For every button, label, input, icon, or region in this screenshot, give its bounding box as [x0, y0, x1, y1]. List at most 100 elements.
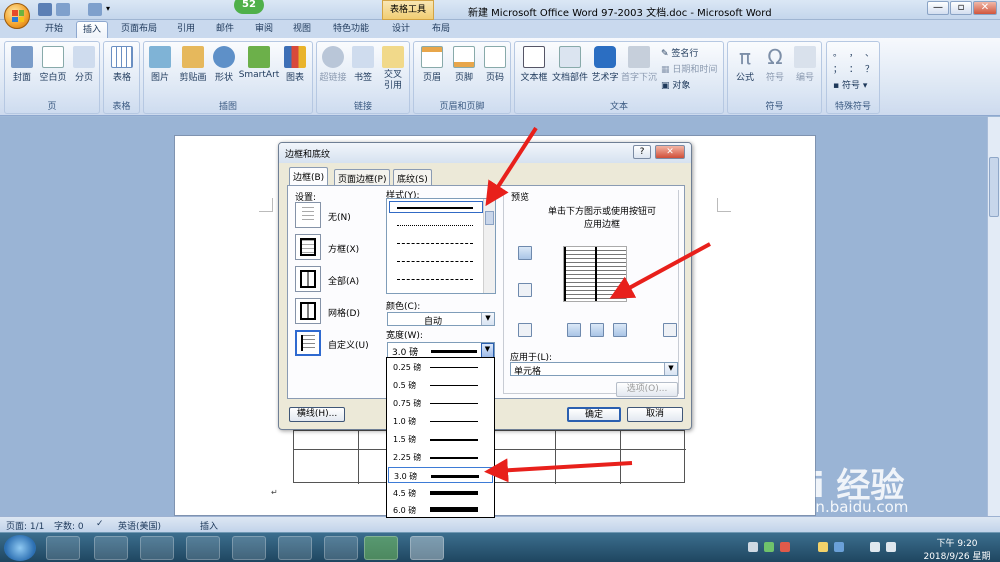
file-explorer-icon[interactable]: [46, 536, 80, 560]
clipart-button[interactable]: 剪贴画: [176, 44, 210, 83]
style-scrollbar[interactable]: [483, 199, 495, 293]
symbol-semicolon[interactable]: ；: [833, 62, 842, 75]
table-button[interactable]: 表格: [106, 44, 138, 83]
tab-insert[interactable]: 插入: [76, 21, 108, 38]
style-solid[interactable]: [397, 207, 473, 209]
hyperlink-button[interactable]: 超链接: [317, 44, 349, 83]
picture-button[interactable]: 图片: [146, 44, 174, 83]
close-button[interactable]: ✕: [973, 1, 997, 15]
setting-box-icon[interactable]: [295, 234, 321, 260]
office-button[interactable]: [4, 3, 30, 29]
horizontal-line-button[interactable]: 横线(H)...: [289, 407, 345, 422]
smartart-button[interactable]: SmartArt: [238, 44, 280, 80]
footer-button[interactable]: 页脚: [448, 44, 480, 83]
width-option[interactable]: 6.0 磅: [388, 502, 493, 518]
ok-button[interactable]: 确定: [567, 407, 621, 422]
page-count[interactable]: 页面: 1/1: [6, 519, 44, 532]
options-button[interactable]: 选项(O)...: [616, 382, 678, 397]
width-option[interactable]: 0.5 磅: [388, 377, 493, 393]
setting-none-label[interactable]: 无(N): [328, 210, 351, 223]
width-option[interactable]: 1.5 磅: [388, 431, 493, 447]
scroll-thumb[interactable]: [989, 157, 999, 217]
dialog-close-button[interactable]: ✕: [655, 145, 685, 159]
cancel-button[interactable]: 取消: [627, 407, 683, 422]
redo-icon[interactable]: [88, 3, 102, 16]
left-border-icon[interactable]: [567, 323, 581, 337]
undo-icon[interactable]: [56, 3, 70, 16]
help-button[interactable]: ?: [633, 145, 651, 159]
tab-borders[interactable]: 边框(B): [289, 167, 329, 185]
chevron-down-icon[interactable]: ▼: [664, 363, 677, 375]
top-border-icon[interactable]: [518, 246, 532, 260]
quick-parts-button[interactable]: 文档部件: [551, 44, 589, 83]
preview-diagram[interactable]: [563, 246, 627, 302]
date-time-button[interactable]: ▦ 日期和时间: [661, 62, 717, 75]
width-dropdown-list[interactable]: 0.25 磅 0.5 磅 0.75 磅 1.0 磅 1.5 磅 2.25 磅 3…: [386, 357, 495, 518]
setting-grid-icon[interactable]: [295, 298, 321, 324]
app-orange-icon[interactable]: [140, 536, 174, 560]
symbol-period[interactable]: 。: [833, 46, 842, 59]
setting-grid-label[interactable]: 网格(D): [328, 306, 360, 319]
shapes-button[interactable]: 形状: [210, 44, 238, 83]
setting-all-label[interactable]: 全部(A): [328, 274, 359, 287]
diagonal-up-icon[interactable]: [663, 323, 677, 337]
tray-app-icon[interactable]: [764, 542, 774, 552]
middle-border-icon[interactable]: [518, 283, 532, 297]
clock[interactable]: 下午 9:20 2018/9/26 星期三: [920, 536, 994, 562]
symbol-colon[interactable]: ：: [849, 62, 858, 75]
center-border-icon[interactable]: [590, 323, 604, 337]
maximize-button[interactable]: ▫: [950, 1, 972, 15]
qat-dropdown-icon[interactable]: ▾: [106, 4, 110, 13]
diagonal-down-icon[interactable]: [518, 323, 532, 337]
numbering-button[interactable]: 编号: [790, 44, 820, 83]
more-symbols-button[interactable]: ▪ 符号 ▾: [833, 78, 867, 91]
network-icon[interactable]: [870, 542, 880, 552]
app-baidu-icon[interactable]: [232, 536, 266, 560]
app-color-icon[interactable]: [324, 536, 358, 560]
style-dashed-small[interactable]: [397, 243, 473, 244]
width-option[interactable]: 0.75 磅: [388, 395, 493, 411]
color-select[interactable]: 自动 ▼: [387, 312, 495, 327]
wordart-button[interactable]: 艺术字: [589, 44, 621, 83]
tray-app3-icon[interactable]: [834, 542, 844, 552]
word-count[interactable]: 字数: 0: [54, 519, 84, 532]
tab-special-features[interactable]: 特色功能: [324, 21, 378, 38]
tab-home[interactable]: 开始: [36, 21, 72, 38]
setting-all-icon[interactable]: [295, 266, 321, 292]
text-box-button[interactable]: 文本框: [517, 44, 551, 83]
minimize-button[interactable]: —: [927, 1, 949, 15]
wechat-icon[interactable]: [364, 536, 398, 560]
app-refresh-icon[interactable]: [94, 536, 128, 560]
blank-page-button[interactable]: 空白页: [37, 44, 69, 83]
width-option[interactable]: 4.5 磅: [388, 485, 493, 501]
setting-custom-label[interactable]: 自定义(U): [328, 338, 369, 351]
style-dotted[interactable]: [397, 225, 473, 226]
page-number-button[interactable]: 页码: [480, 44, 510, 83]
page-break-button[interactable]: 分页: [69, 44, 99, 83]
tab-references[interactable]: 引用: [170, 21, 202, 38]
start-button[interactable]: [4, 535, 36, 561]
object-button[interactable]: ▣ 对象: [661, 78, 690, 91]
setting-custom-icon[interactable]: [295, 330, 321, 356]
proofing-icon[interactable]: ✓: [96, 519, 104, 529]
tab-page-layout[interactable]: 页面布局: [112, 21, 166, 38]
equation-button[interactable]: π 公式: [730, 44, 760, 83]
style-scroll-thumb[interactable]: [485, 211, 494, 225]
symbol-enum-comma[interactable]: 、: [865, 46, 874, 59]
setting-none-icon[interactable]: [295, 202, 321, 228]
width-option-selected[interactable]: 3.0 磅: [388, 467, 493, 483]
cross-reference-button[interactable]: 交叉引用: [378, 44, 408, 92]
setting-box-label[interactable]: 方框(X): [328, 242, 359, 255]
app-bird-icon[interactable]: [186, 536, 220, 560]
drop-cap-button[interactable]: 首字下沉: [621, 44, 657, 83]
tab-page-border[interactable]: 页面边框(P): [334, 169, 391, 185]
symbol-comma[interactable]: ，: [849, 46, 858, 59]
symbol-button[interactable]: Ω 符号: [760, 44, 790, 83]
tab-layout[interactable]: 布局: [424, 21, 458, 38]
style-listbox[interactable]: [386, 198, 496, 294]
right-border-icon[interactable]: [613, 323, 627, 337]
app-iqiyi-icon[interactable]: [278, 536, 312, 560]
tab-mailings[interactable]: 邮件: [207, 21, 243, 38]
header-button[interactable]: 页眉: [416, 44, 448, 83]
vertical-scrollbar[interactable]: [987, 117, 1000, 516]
